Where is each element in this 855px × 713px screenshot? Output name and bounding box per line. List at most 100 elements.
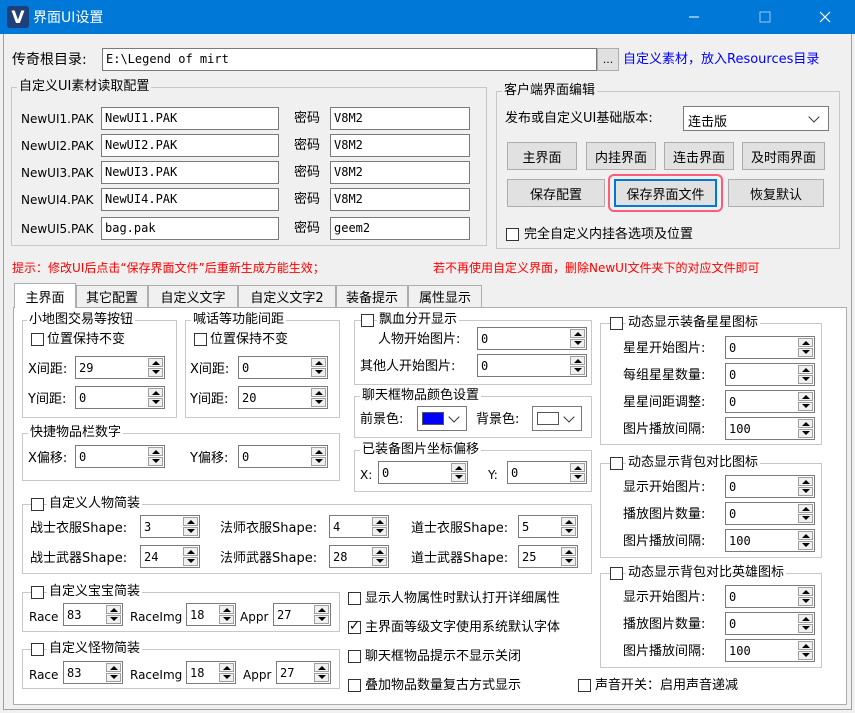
arrow-up-icon[interactable] xyxy=(798,477,813,486)
sound-checkbox[interactable] xyxy=(578,679,591,692)
blood-self-stepper[interactable]: 0 xyxy=(477,327,587,350)
tab-custom-text-2[interactable]: 自定义文字2 xyxy=(238,285,336,307)
tab-main-ui[interactable]: 主界面 xyxy=(14,283,76,308)
arrow-up-icon[interactable] xyxy=(798,392,813,401)
fg-color-select[interactable] xyxy=(417,406,467,431)
minimap-y-stepper[interactable]: 0 xyxy=(75,386,165,409)
arrow-up-icon[interactable] xyxy=(798,614,813,623)
arrow-down-icon[interactable] xyxy=(148,368,163,377)
option-checkbox-3[interactable] xyxy=(348,650,361,663)
arrow-down-icon[interactable] xyxy=(798,597,813,606)
arrow-down-icon[interactable] xyxy=(219,615,234,624)
arrow-down-icon[interactable] xyxy=(798,541,813,550)
restore-default-button[interactable]: 恢复默认 xyxy=(728,179,824,207)
blood-other-stepper[interactable]: 0 xyxy=(477,354,587,377)
char-checkbox[interactable] xyxy=(31,498,44,511)
equip-x-stepper[interactable]: 0 xyxy=(378,461,468,484)
arrow-down-icon[interactable] xyxy=(570,339,585,348)
minimize-button[interactable] xyxy=(671,0,717,34)
arrow-down-icon[interactable] xyxy=(106,615,121,624)
arrow-up-icon[interactable] xyxy=(106,605,121,614)
arrow-down-icon[interactable] xyxy=(311,398,326,407)
equip-y-stepper[interactable]: 0 xyxy=(507,461,587,484)
pak-file-input-2[interactable]: NewUI2.PAK xyxy=(101,134,279,157)
arrow-up-icon[interactable] xyxy=(148,358,163,367)
hero-compare-stepper-2[interactable]: 0 xyxy=(725,612,815,635)
arrow-up-icon[interactable] xyxy=(314,605,329,614)
plugin-ui-button[interactable]: 内挂界面 xyxy=(586,142,656,170)
quickbar-y-stepper[interactable]: 0 xyxy=(238,445,328,468)
arrow-down-icon[interactable] xyxy=(106,673,121,682)
arrow-up-icon[interactable] xyxy=(311,447,326,456)
arrow-up-icon[interactable] xyxy=(372,517,387,526)
arrow-up-icon[interactable] xyxy=(148,388,163,397)
arrow-up-icon[interactable] xyxy=(314,663,329,672)
root-path-input[interactable]: E:\Legend of mirt xyxy=(102,48,597,71)
arrow-up-icon[interactable] xyxy=(106,663,121,672)
star-stepper-2[interactable]: 0 xyxy=(725,363,815,386)
monster-race-stepper[interactable]: 83 xyxy=(63,661,123,684)
arrow-up-icon[interactable] xyxy=(570,329,585,338)
tab-other-config[interactable]: 其它配置 xyxy=(76,285,148,307)
arrow-up-icon[interactable] xyxy=(183,517,198,526)
bg-color-select[interactable] xyxy=(532,406,582,431)
option-checkbox-1[interactable] xyxy=(348,592,361,605)
arrow-up-icon[interactable] xyxy=(183,547,198,556)
minimap-x-stepper[interactable]: 29 xyxy=(75,356,165,379)
bag-compare-stepper-3[interactable]: 100 xyxy=(725,529,815,552)
pak-password-input-1[interactable]: V8M2 xyxy=(330,107,470,130)
combo-ui-button[interactable]: 连击界面 xyxy=(664,142,734,170)
arrow-down-icon[interactable] xyxy=(314,615,329,624)
arrow-down-icon[interactable] xyxy=(798,429,813,438)
arrow-down-icon[interactable] xyxy=(311,368,326,377)
browse-button[interactable]: ... xyxy=(597,48,619,71)
arrow-down-icon[interactable] xyxy=(570,473,585,482)
blood-checkbox[interactable] xyxy=(361,314,374,327)
arrow-down-icon[interactable] xyxy=(798,402,813,411)
arrow-up-icon[interactable] xyxy=(798,338,813,347)
bag-compare-stepper-2[interactable]: 0 xyxy=(725,502,815,525)
pak-password-input-5[interactable]: geem2 xyxy=(330,217,470,240)
shout-y-stepper[interactable]: 20 xyxy=(238,386,328,409)
timely-rain-ui-button[interactable]: 及时雨界面 xyxy=(742,142,825,170)
arrow-up-icon[interactable] xyxy=(219,663,234,672)
pak-file-input-4[interactable]: NewUI4.PAK xyxy=(101,188,279,211)
arrow-up-icon[interactable] xyxy=(798,419,813,428)
arrow-down-icon[interactable] xyxy=(798,348,813,357)
tab-equip-tip[interactable]: 装备提示 xyxy=(336,285,408,307)
arrow-up-icon[interactable] xyxy=(311,358,326,367)
hero-compare-stepper-1[interactable]: 0 xyxy=(725,585,815,608)
arrow-up-icon[interactable] xyxy=(451,463,466,472)
main-ui-button[interactable]: 主界面 xyxy=(507,142,577,170)
arrow-up-icon[interactable] xyxy=(372,547,387,556)
bag-compare-stepper-1[interactable]: 0 xyxy=(725,475,815,498)
minimap-keep-checkbox[interactable] xyxy=(31,333,44,346)
arrow-down-icon[interactable] xyxy=(561,557,576,566)
maximize-button[interactable] xyxy=(742,0,788,34)
pet-appr-stepper[interactable]: 27 xyxy=(273,603,331,626)
taoist-weapon-stepper[interactable]: 25 xyxy=(518,545,578,568)
arrow-up-icon[interactable] xyxy=(219,605,234,614)
pak-file-input-1[interactable]: NewUI1.PAK xyxy=(101,107,279,130)
full-custom-checkbox[interactable] xyxy=(506,228,519,241)
save-config-button[interactable]: 保存配置 xyxy=(507,179,605,207)
arrow-down-icon[interactable] xyxy=(798,514,813,523)
mage-cloth-stepper[interactable]: 4 xyxy=(329,515,389,538)
pet-raceimg-stepper[interactable]: 18 xyxy=(186,603,236,626)
pak-file-input-3[interactable]: NewUI3.PAK xyxy=(101,161,279,184)
arrow-down-icon[interactable] xyxy=(219,673,234,682)
tab-custom-text[interactable]: 自定义文字 xyxy=(148,285,238,307)
pak-file-input-5[interactable]: bag.pak xyxy=(101,217,279,240)
monster-appr-stepper[interactable]: 27 xyxy=(276,661,331,684)
mage-weapon-stepper[interactable]: 28 xyxy=(329,545,389,568)
arrow-down-icon[interactable] xyxy=(570,366,585,375)
shout-x-stepper[interactable]: 0 xyxy=(238,356,328,379)
star-stepper-4[interactable]: 100 xyxy=(725,417,815,440)
pak-password-input-2[interactable]: V8M2 xyxy=(330,134,470,157)
pet-race-stepper[interactable]: 83 xyxy=(63,603,123,626)
bag-compare-checkbox[interactable] xyxy=(610,457,623,470)
arrow-down-icon[interactable] xyxy=(561,527,576,536)
warrior-cloth-stepper[interactable]: 3 xyxy=(140,515,200,538)
close-button[interactable] xyxy=(802,0,848,34)
arrow-down-icon[interactable] xyxy=(798,651,813,660)
